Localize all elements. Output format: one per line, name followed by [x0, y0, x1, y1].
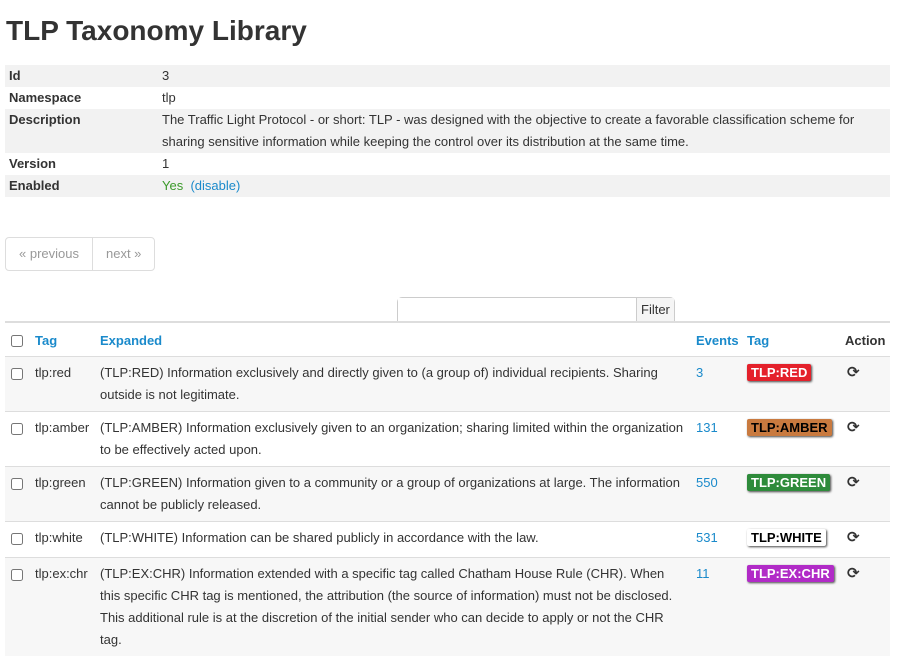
info-key: Id	[5, 65, 158, 87]
row-checkbox-cell	[5, 412, 31, 467]
action-cell: ⟳	[841, 558, 890, 656]
row-checkbox-cell	[5, 522, 31, 558]
row-checkbox-cell	[5, 357, 31, 412]
tag-badge: TLP:AMBER	[747, 419, 832, 436]
taxonomy-info-table: Id 3 Namespace tlp Description The Traff…	[5, 65, 890, 197]
refresh-icon[interactable]: ⟳	[847, 474, 860, 491]
table-row: tlp:ex:chr (TLP:EX:CHR) Information exte…	[5, 558, 890, 656]
expanded-cell: (TLP:WHITE) Information can be shared pu…	[96, 522, 692, 558]
next-page-button[interactable]: next »	[92, 238, 154, 270]
row-checkbox[interactable]	[11, 368, 23, 380]
tag-badge: TLP:GREEN	[747, 474, 830, 491]
info-row-enabled: Enabled Yes (disable)	[5, 175, 890, 197]
column-header-tag[interactable]: Tag	[31, 322, 96, 357]
refresh-icon[interactable]: ⟳	[847, 529, 860, 546]
row-checkbox-cell	[5, 467, 31, 522]
previous-page-button[interactable]: « previous	[6, 238, 92, 270]
events-link[interactable]: 550	[692, 467, 743, 522]
tag-badge: TLP:RED	[747, 364, 811, 381]
table-row: tlp:amber (TLP:AMBER) Information exclus…	[5, 412, 890, 467]
info-value: The Traffic Light Protocol - or short: T…	[158, 109, 890, 153]
info-value: 3	[158, 65, 890, 87]
events-link[interactable]: 131	[692, 412, 743, 467]
info-value: Yes (disable)	[158, 175, 890, 197]
info-row-description: Description The Traffic Light Protocol -…	[5, 109, 890, 153]
enabled-status: Yes	[162, 178, 183, 193]
pagination: « previous next »	[5, 237, 155, 271]
table-header-row: Tag Expanded Events Tag Action	[5, 322, 890, 357]
info-row-version: Version 1	[5, 153, 890, 175]
row-checkbox-cell	[5, 558, 31, 656]
badge-cell: TLP:WHITE	[743, 522, 841, 558]
events-link[interactable]: 11	[692, 558, 743, 656]
info-key: Enabled	[5, 175, 158, 197]
column-header-action: Action	[841, 322, 890, 357]
info-row-id: Id 3	[5, 65, 890, 87]
expanded-cell: (TLP:RED) Information exclusively and di…	[96, 357, 692, 412]
badge-cell: TLP:AMBER	[743, 412, 841, 467]
refresh-icon[interactable]: ⟳	[847, 419, 860, 436]
table-row: tlp:white (TLP:WHITE) Information can be…	[5, 522, 890, 558]
info-key: Namespace	[5, 87, 158, 109]
events-link[interactable]: 531	[692, 522, 743, 558]
filter-button[interactable]: Filter	[636, 298, 674, 321]
page-title: TLP Taxonomy Library	[6, 15, 307, 47]
filter-input[interactable]	[398, 298, 636, 321]
row-checkbox[interactable]	[11, 533, 23, 545]
action-cell: ⟳	[841, 412, 890, 467]
refresh-icon[interactable]: ⟳	[847, 565, 860, 582]
badge-cell: TLP:RED	[743, 357, 841, 412]
expanded-cell: (TLP:EX:CHR) Information extended with a…	[96, 558, 692, 656]
tags-table: Tag Expanded Events Tag Action tlp:red (…	[5, 321, 890, 656]
action-cell: ⟳	[841, 467, 890, 522]
expanded-cell: (TLP:GREEN) Information given to a commu…	[96, 467, 692, 522]
table-row: tlp:green (TLP:GREEN) Information given …	[5, 467, 890, 522]
row-checkbox[interactable]	[11, 478, 23, 490]
column-header-expanded[interactable]: Expanded	[96, 322, 692, 357]
action-cell: ⟳	[841, 522, 890, 558]
filter-bar: Filter	[397, 297, 675, 321]
tag-cell: tlp:green	[31, 467, 96, 522]
tag-cell: tlp:red	[31, 357, 96, 412]
tag-cell: tlp:white	[31, 522, 96, 558]
row-checkbox[interactable]	[11, 569, 23, 581]
action-cell: ⟳	[841, 357, 890, 412]
column-header-events[interactable]: Events	[692, 322, 743, 357]
disable-link[interactable]: (disable)	[190, 178, 240, 193]
info-key: Description	[5, 109, 158, 153]
tag-cell: tlp:amber	[31, 412, 96, 467]
select-all-checkbox[interactable]	[11, 335, 23, 347]
info-key: Version	[5, 153, 158, 175]
badge-cell: TLP:EX:CHR	[743, 558, 841, 656]
column-header-tag2[interactable]: Tag	[743, 322, 841, 357]
header-checkbox-cell	[5, 322, 31, 357]
refresh-icon[interactable]: ⟳	[847, 364, 860, 381]
info-value: tlp	[158, 87, 890, 109]
info-value: 1	[158, 153, 890, 175]
expanded-cell: (TLP:AMBER) Information exclusively give…	[96, 412, 692, 467]
tag-badge: TLP:EX:CHR	[747, 565, 834, 582]
table-row: tlp:red (TLP:RED) Information exclusivel…	[5, 357, 890, 412]
tag-cell: tlp:ex:chr	[31, 558, 96, 656]
row-checkbox[interactable]	[11, 423, 23, 435]
tag-badge: TLP:WHITE	[747, 529, 826, 546]
events-link[interactable]: 3	[692, 357, 743, 412]
badge-cell: TLP:GREEN	[743, 467, 841, 522]
info-row-namespace: Namespace tlp	[5, 87, 890, 109]
